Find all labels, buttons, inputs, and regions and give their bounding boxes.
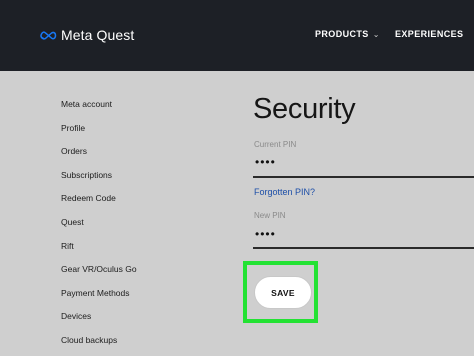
- chevron-down-icon: ⌄: [372, 29, 380, 39]
- account-sidebar: Meta account Profile Orders Subscription…: [61, 96, 137, 356]
- nav-experiences[interactable]: EXPERIENCES: [395, 29, 463, 39]
- sidebar-item-payment-methods[interactable]: Payment Methods: [61, 285, 137, 309]
- sidebar-item-subscriptions[interactable]: Subscriptions: [61, 167, 137, 191]
- current-pin-label: Current PIN: [254, 140, 297, 149]
- new-pin-field[interactable]: ••••: [255, 227, 276, 241]
- forgotten-pin-link[interactable]: Forgotten PIN?: [254, 187, 315, 197]
- new-pin-underline: [253, 247, 474, 249]
- sidebar-item-cloud-backups[interactable]: Cloud backups: [61, 332, 137, 356]
- sidebar-item-redeem-code[interactable]: Redeem Code: [61, 190, 137, 214]
- new-pin-label: New PIN: [254, 211, 286, 220]
- meta-quest-logo[interactable]: Meta Quest: [40, 27, 134, 43]
- meta-infinity-icon: [40, 31, 57, 40]
- sidebar-item-rift[interactable]: Rift: [61, 238, 137, 262]
- sidebar-item-meta-account[interactable]: Meta account: [61, 96, 137, 120]
- brand-name: Meta Quest: [61, 27, 135, 43]
- sidebar-item-quest[interactable]: Quest: [61, 214, 137, 238]
- top-nav-bar: Meta Quest PRODUCTS ⌄ EXPERIENCES: [0, 0, 474, 71]
- current-pin-field[interactable]: ••••: [255, 155, 276, 169]
- sidebar-item-gear-vr[interactable]: Gear VR/Oculus Go: [61, 261, 137, 285]
- nav-products[interactable]: PRODUCTS ⌄: [315, 29, 380, 39]
- nav-products-label: PRODUCTS: [315, 29, 369, 39]
- sidebar-item-orders[interactable]: Orders: [61, 143, 137, 167]
- current-pin-underline: [253, 176, 474, 178]
- page-title: Security: [253, 93, 356, 125]
- sidebar-item-devices[interactable]: Devices: [61, 308, 137, 332]
- sidebar-item-profile[interactable]: Profile: [61, 120, 137, 144]
- save-button[interactable]: SAVE: [254, 276, 312, 309]
